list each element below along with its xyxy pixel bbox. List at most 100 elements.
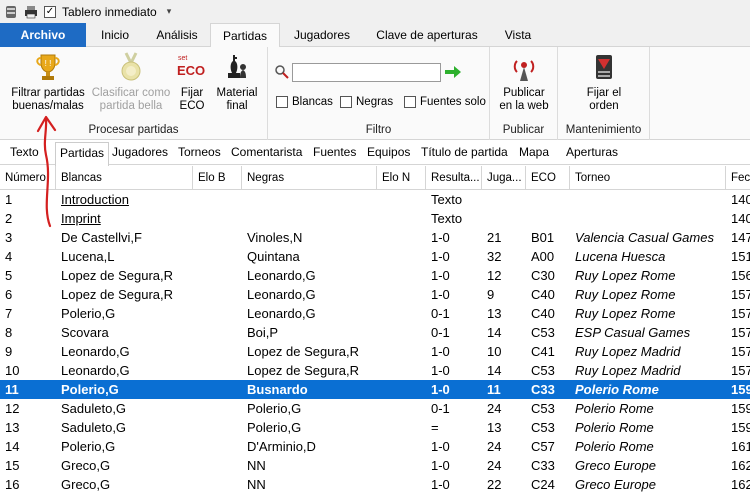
tab-vista[interactable]: Vista [492,23,544,47]
col-header-jugadas[interactable]: Juga... [482,166,526,190]
col-header-blancas[interactable]: Blancas [56,166,193,190]
cell-torneo [570,209,726,228]
subtab-aperturas[interactable]: Aperturas [566,145,618,159]
material-final-label-1: Material [216,87,258,99]
tab-archivo[interactable]: Archivo [0,23,86,47]
cell-fecha: 157 [731,306,750,321]
fuentes-solo-checkbox[interactable] [404,96,416,108]
print-icon[interactable] [24,5,38,19]
cell-negras [242,190,377,209]
table-row[interactable]: 4 Lucena,L Quintana 1-0 32 A00 Lucena Huesca 15… [0,247,750,266]
table-row[interactable]: 8 Scovara Boi,P 0-1 14 C53 ESP Casual Games 157 [0,323,750,342]
ribbon-tabs: Archivo Inicio Análisis Partidas Jugador… [0,23,750,48]
cell-numero: 14 [5,439,20,454]
table-row[interactable]: 1 Introduction Texto 140 [0,190,750,209]
blancas-checkbox[interactable] [276,96,288,108]
fijar-orden-button[interactable]: Fijar el orden [574,51,634,113]
table-row[interactable]: 2 Imprint Texto 140 [0,209,750,228]
clasificar-partida-bella-button[interactable]: Clasificar como partida bella [90,51,172,113]
cell-elo-b [193,342,242,361]
tablero-inmediato-checkbox[interactable]: ✓ [44,5,56,18]
negras-checkbox-row[interactable]: Negras [340,96,393,108]
cell-numero: 8 [5,325,13,340]
cell-resultado: 0-1 [431,325,450,340]
cell-blancas: Lucena,L [61,249,115,264]
subtab-fuentes[interactable]: Fuentes [313,145,356,159]
table-row[interactable]: 6 Lopez de Segura,R Leonardo,G 1-0 9 C40 Ruy L… [0,285,750,304]
cell-numero: 13 [5,420,20,435]
cell-elo-n [377,361,426,380]
filtrar-partidas-button[interactable]: ! ! Filtrar partidas buenas/malas [6,51,90,113]
col-header-torneo[interactable]: Torneo [570,166,726,190]
table-row[interactable]: 12 Saduleto,G Polerio,G 0-1 24 C53 Polerio Rom… [0,399,750,418]
col-header-fecha[interactable]: Fech [726,166,750,190]
subtab-titulo-de-partida[interactable]: Título de partida [421,145,508,159]
blancas-checkbox-row[interactable]: Blancas [276,96,333,108]
tab-clave-de-aperturas[interactable]: Clave de aperturas [366,23,488,47]
table-header: Número Blancas Elo B Negras Elo N Result… [0,166,750,190]
table-row[interactable]: 11 Polerio,G Busnardo 1-0 11 C33 Polerio Rome 1… [0,380,750,399]
cell-jugadas: 24 [487,439,502,454]
tab-inicio[interactable]: Inicio [88,23,142,47]
cell-eco: C53 [531,325,555,340]
table-row[interactable]: 5 Lopez de Segura,R Leonardo,G 1-0 12 C30 Ruy … [0,266,750,285]
table-row[interactable]: 7 Polerio,G Leonardo,G 0-1 13 C40 Ruy Lopez Ro… [0,304,750,323]
cell-elo-n [377,456,426,475]
eco-icon-text: ECO [177,63,205,78]
col-header-numero[interactable]: Número [0,166,56,190]
fuentes-solo-checkbox-row[interactable]: Fuentes solo [404,96,486,108]
cell-fecha: 162 [731,477,750,492]
cell-blancas: Lopez de Segura,R [61,268,174,283]
filter-search-input[interactable] [292,63,441,82]
cell-elo-n [377,475,426,492]
database-icon[interactable] [4,5,18,19]
cell-jugadas: 10 [487,344,502,359]
cell-fecha: 157 [731,287,750,302]
cell-eco: C33 [531,382,555,397]
subtab-partidas[interactable]: Partidas [55,142,110,166]
subtab-equipos[interactable]: Equipos [367,145,410,159]
subtab-texto[interactable]: Texto [10,145,39,159]
tab-partidas[interactable]: Partidas [210,23,280,48]
cell-blancas: Polerio,G [61,382,119,397]
negras-checkbox[interactable] [340,96,352,108]
cell-elo-n [377,266,426,285]
publicar-web-button[interactable]: Publicar en la web [494,51,554,113]
cell-elo-b [193,475,242,492]
table-row[interactable]: 14 Polerio,G D'Arminio,D 1-0 24 C57 Polerio Ro… [0,437,750,456]
customize-toolbar-icon[interactable]: ▾ [167,6,172,17]
cell-negras [242,209,377,228]
subtab-comentarista[interactable]: Comentarista [231,145,302,159]
subtab-mapa[interactable]: Mapa [519,145,549,159]
cell-elo-b [193,399,242,418]
col-header-elo-n[interactable]: Elo N [377,166,426,190]
cell-elo-b [193,247,242,266]
cell-blancas: Lopez de Segura,R [61,287,174,302]
cell-resultado: 1-0 [431,439,450,454]
col-header-eco[interactable]: ECO [526,166,570,190]
table-row[interactable]: 13 Saduleto,G Polerio,G = 13 C53 Polerio Rome 1… [0,418,750,437]
table-row[interactable]: 15 Greco,G NN 1-0 24 C33 Greco Europe 162 [0,456,750,475]
cell-torneo: Polerio Rome [575,401,654,416]
table-row[interactable]: 10 Leonardo,G Lopez de Segura,R 1-0 14 C53 Ruy… [0,361,750,380]
col-header-negras[interactable]: Negras [242,166,377,190]
cell-numero: 3 [5,230,13,245]
cell-fecha: 159 [731,382,750,397]
filter-go-arrow-icon[interactable] [444,65,462,82]
material-final-button[interactable]: Material final [212,51,262,113]
table-row[interactable]: 9 Leonardo,G Lopez de Segura,R 1-0 10 C41 Ruy … [0,342,750,361]
tab-analisis[interactable]: Análisis [146,23,208,47]
cell-elo-n [377,228,426,247]
col-header-elo-b[interactable]: Elo B [193,166,242,190]
svg-text:! !: ! ! [45,59,52,68]
subtab-torneos[interactable]: Torneos [178,145,221,159]
view-tabs: Texto Partidas Jugadores Torneos Comenta… [0,141,750,166]
tab-jugadores[interactable]: Jugadores [282,23,362,47]
cell-jugadas: 13 [487,420,502,435]
table-row[interactable]: 16 Greco,G NN 1-0 22 C24 Greco Europe 162 [0,475,750,492]
col-header-resultado[interactable]: Resulta... [426,166,482,190]
table-row[interactable]: 3 De Castellvi,F Vinoles,N 1-0 21 B01 Valencia… [0,228,750,247]
subtab-jugadores[interactable]: Jugadores [112,145,168,159]
group-mantenimiento: Fijar el orden Mantenimiento [558,47,650,140]
fijar-eco-button[interactable]: set ECO Fijar ECO [172,51,212,113]
